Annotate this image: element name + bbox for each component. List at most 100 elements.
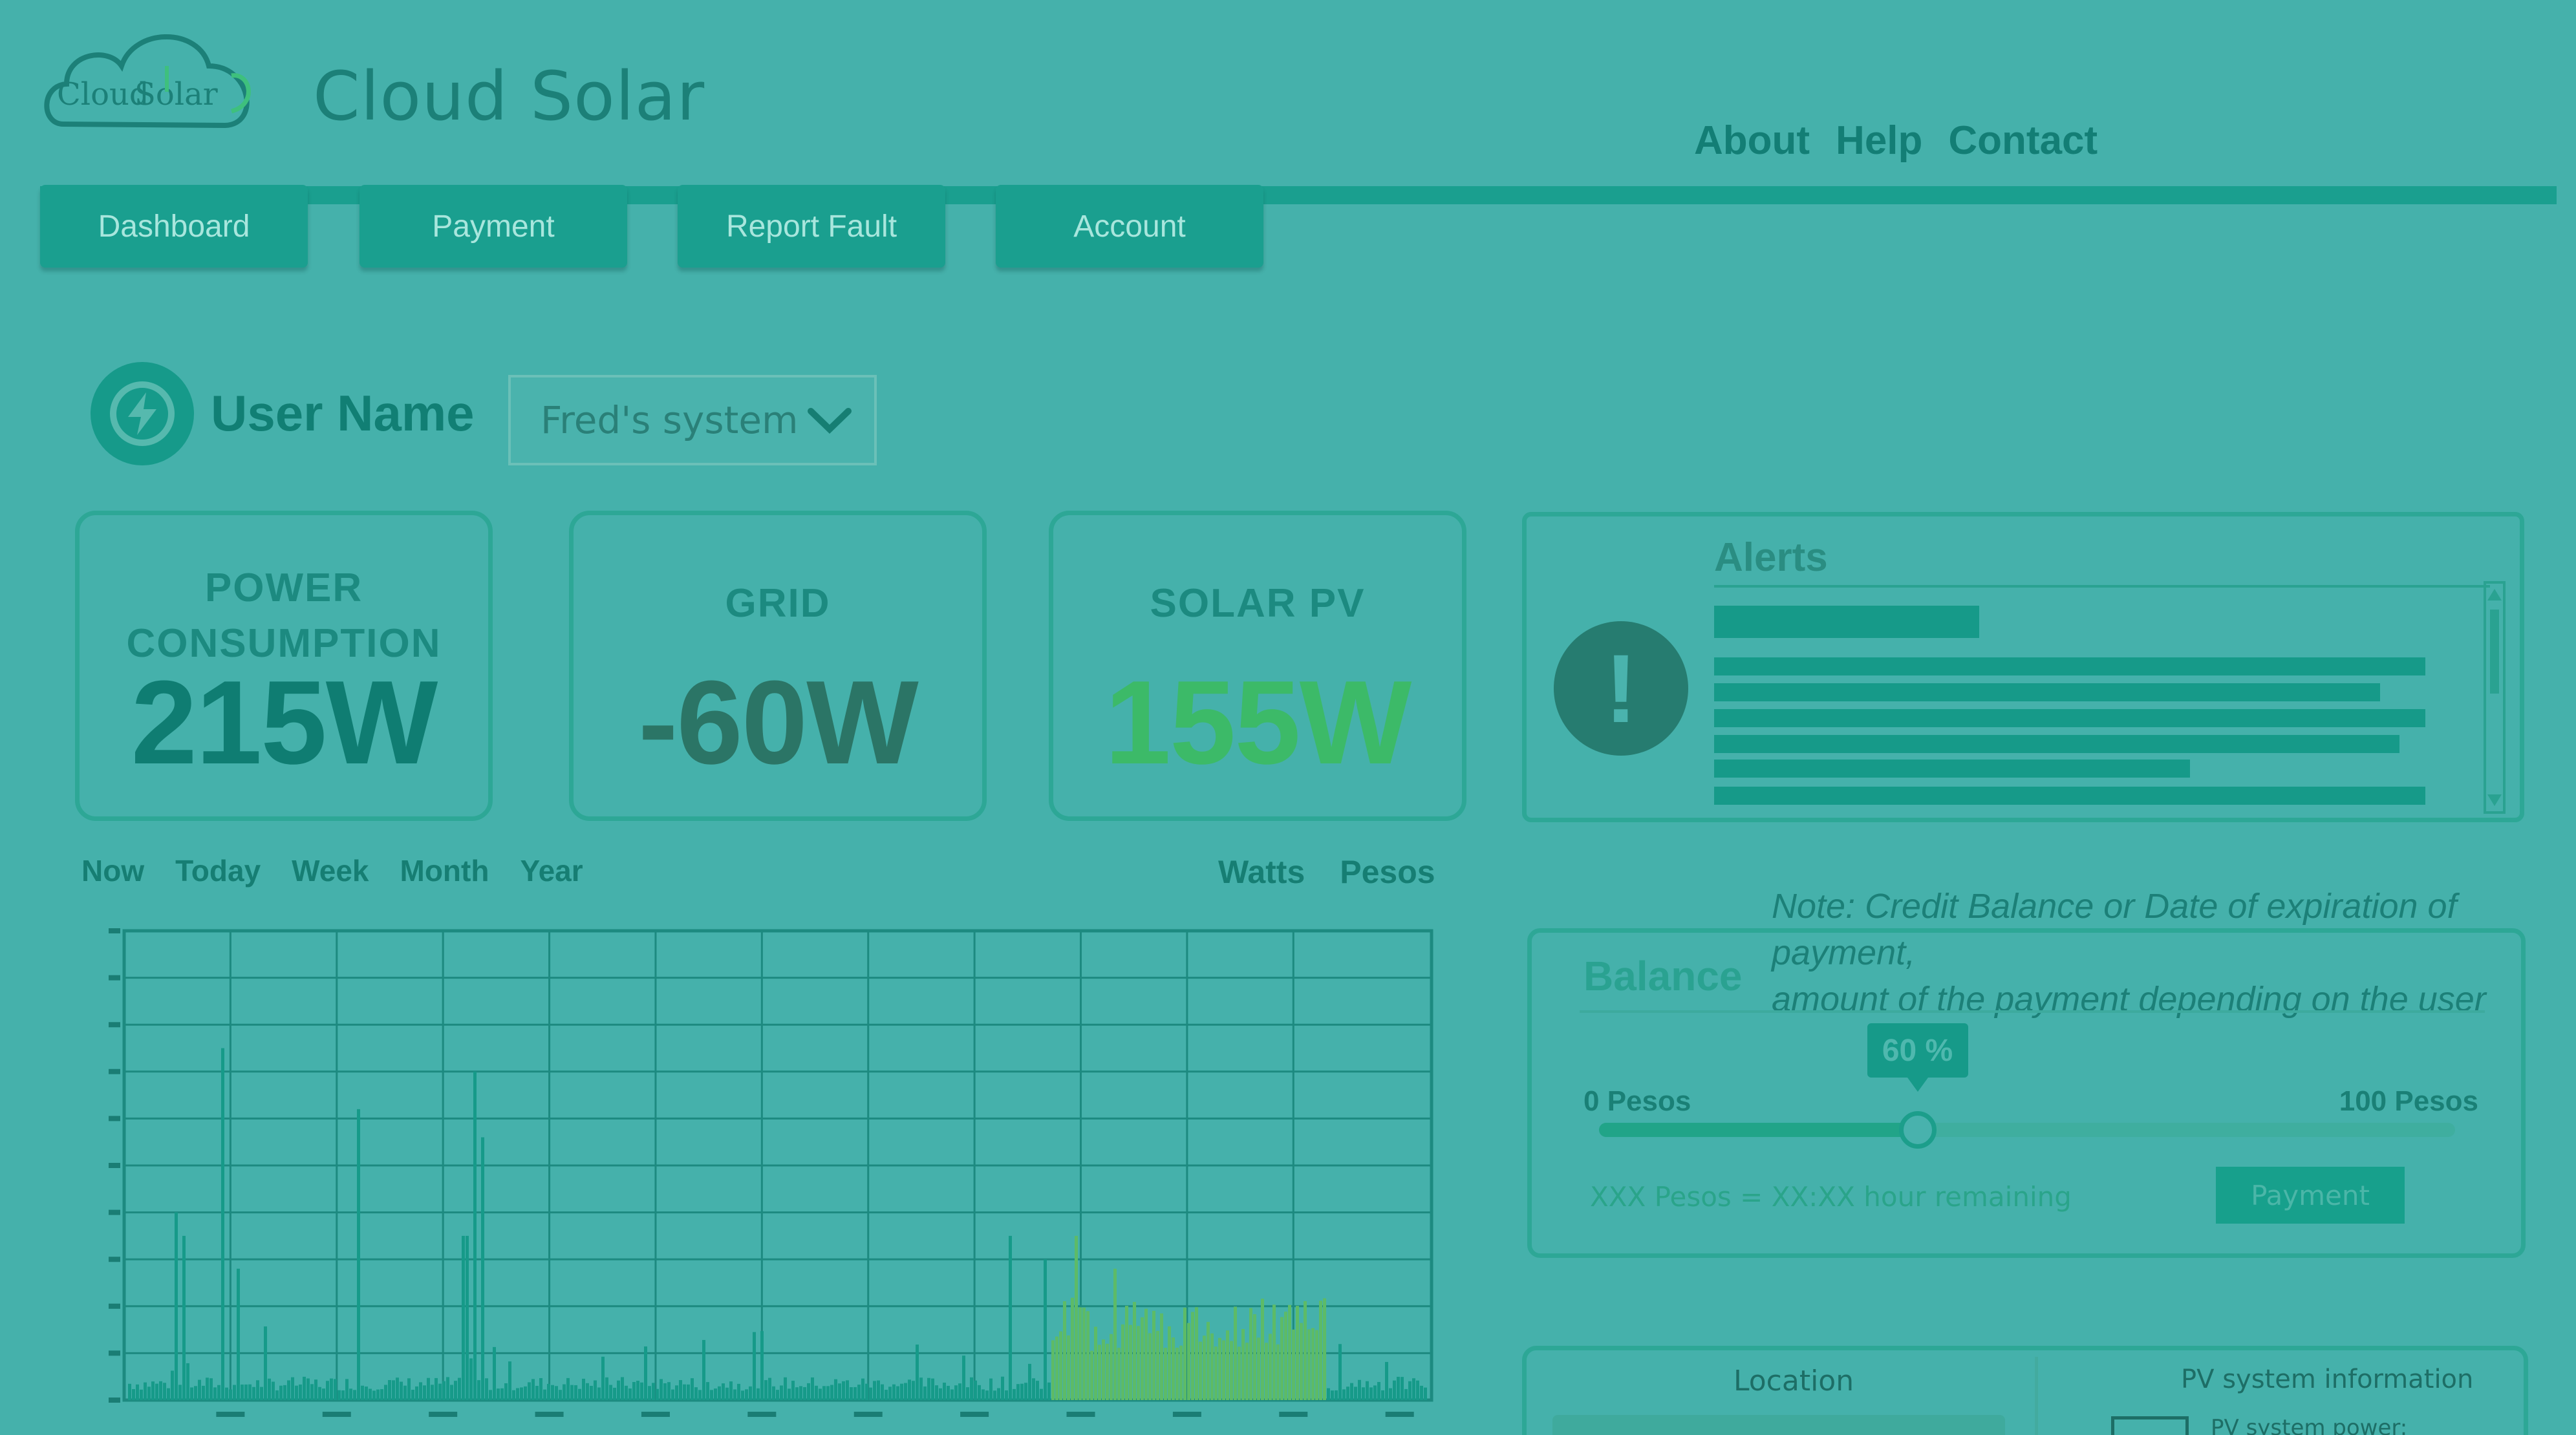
chart-bar	[291, 1377, 294, 1400]
chart-bar	[702, 1339, 705, 1400]
chart-bar	[1013, 1388, 1016, 1400]
chart-bar	[423, 1385, 426, 1400]
about-link[interactable]: About	[1694, 118, 1810, 164]
help-link[interactable]: Help	[1836, 118, 1922, 164]
tab-payment[interactable]: Payment	[360, 185, 627, 268]
chart-bar	[590, 1385, 593, 1400]
chart-bar	[1106, 1343, 1109, 1400]
exclamation-icon: !	[1554, 621, 1688, 756]
tab-today[interactable]: Today	[175, 853, 261, 888]
chart-bar	[1051, 1340, 1055, 1400]
chart-bar	[1028, 1363, 1031, 1400]
chart-bar	[1408, 1381, 1411, 1400]
chart-bar	[446, 1377, 449, 1400]
chart-bar	[233, 1385, 236, 1400]
chart-bar	[299, 1384, 302, 1400]
chart-bar	[609, 1385, 612, 1400]
lightning-icon	[128, 392, 156, 435]
alerts-scrollbar[interactable]	[2484, 581, 2506, 814]
chart-bar	[601, 1356, 605, 1400]
chart-bar	[244, 1384, 248, 1400]
chart-bar	[330, 1378, 333, 1400]
chart-bar	[1098, 1345, 1101, 1400]
chart-bar	[869, 1387, 872, 1400]
tab-report-fault[interactable]: Report Fault	[678, 185, 945, 268]
payment-button[interactable]: Payment	[2216, 1167, 2405, 1224]
chart-bar	[962, 1355, 965, 1400]
chart-bar	[531, 1379, 535, 1400]
chart-bar	[248, 1384, 252, 1400]
chart-bar	[1082, 1307, 1086, 1400]
chart-bar	[295, 1385, 298, 1400]
chart-bar	[912, 1381, 915, 1400]
chart-bar	[1059, 1331, 1062, 1400]
tab-week[interactable]: Week	[292, 853, 369, 888]
contact-link[interactable]: Contact	[1948, 118, 2098, 164]
chart-bar	[974, 1380, 977, 1400]
location-map[interactable]	[1552, 1415, 2005, 1435]
chart-bar	[163, 1383, 166, 1400]
chart-bar	[326, 1381, 329, 1400]
power-consumption-card: POWER CONSUMPTION 215W	[75, 511, 493, 821]
chart-bar	[900, 1383, 903, 1400]
system-select[interactable]: Fred's system	[508, 375, 877, 465]
chart-bar	[202, 1385, 205, 1400]
chart-bar	[1040, 1388, 1043, 1400]
alerts-title: Alerts	[1714, 535, 1828, 580]
chart-bar	[186, 1363, 189, 1400]
chart-bar	[718, 1386, 721, 1400]
chart-bar	[788, 1388, 791, 1400]
chart-bar	[260, 1387, 263, 1400]
chart-bar	[1214, 1346, 1218, 1400]
alert-line	[1714, 760, 2190, 778]
scrollbar-thumb[interactable]	[2490, 610, 2499, 694]
chart-bar	[1071, 1297, 1074, 1400]
chart-bar	[555, 1386, 558, 1400]
chart-bar	[155, 1383, 158, 1400]
chart-bar	[784, 1377, 787, 1400]
chart-bar	[306, 1378, 310, 1400]
chevron-down-icon	[808, 408, 852, 434]
svg-text:Solar: Solar	[134, 76, 218, 112]
info-panels: Location PV system information PV system…	[1522, 1346, 2528, 1435]
chart-bar	[400, 1381, 403, 1400]
tab-month[interactable]: Month	[400, 853, 489, 888]
tab-year[interactable]: Year	[520, 853, 583, 888]
chart-bar	[559, 1390, 562, 1400]
chart-bar	[842, 1381, 845, 1400]
chart-bar	[411, 1389, 414, 1400]
chart-bar	[303, 1376, 306, 1400]
chart-bar	[830, 1385, 833, 1400]
chart-bar	[1009, 1235, 1012, 1400]
pv-info-icon	[2111, 1416, 2189, 1435]
chart-bar	[791, 1381, 795, 1400]
chart-bar	[947, 1385, 950, 1400]
scroll-up-arrow-icon[interactable]	[2486, 586, 2503, 603]
tab-account[interactable]: Account	[996, 185, 1263, 268]
time-range-tabs: Now Today Week Month Year	[81, 853, 583, 888]
grid-value: -60W	[638, 655, 919, 789]
chart-bar	[415, 1386, 418, 1400]
chart-bar	[935, 1385, 938, 1400]
chart-bar	[1420, 1385, 1423, 1400]
chart-bar	[462, 1235, 465, 1400]
power-label-line1: POWER	[204, 566, 363, 610]
tab-now[interactable]: Now	[81, 853, 144, 888]
chart-bar	[132, 1388, 135, 1400]
chart-bar	[1288, 1304, 1291, 1400]
tab-pesos[interactable]: Pesos	[1340, 853, 1435, 891]
chart-bar	[877, 1380, 880, 1400]
chart-bar	[597, 1387, 601, 1400]
scroll-down-arrow-icon[interactable]	[2486, 792, 2503, 809]
chart-bar	[570, 1385, 574, 1400]
chart-bar	[675, 1385, 678, 1400]
chart-bar	[582, 1378, 585, 1400]
chart-bar	[780, 1385, 783, 1400]
chart-bar	[822, 1386, 826, 1400]
balance-slider-thumb[interactable]	[1898, 1111, 1937, 1149]
chart-bar	[997, 1388, 1000, 1400]
tab-watts[interactable]: Watts	[1218, 853, 1305, 891]
tab-dashboard[interactable]: Dashboard	[40, 185, 308, 268]
pv-power-label: PV system power:	[2211, 1415, 2408, 1435]
chart-bar	[388, 1380, 391, 1400]
